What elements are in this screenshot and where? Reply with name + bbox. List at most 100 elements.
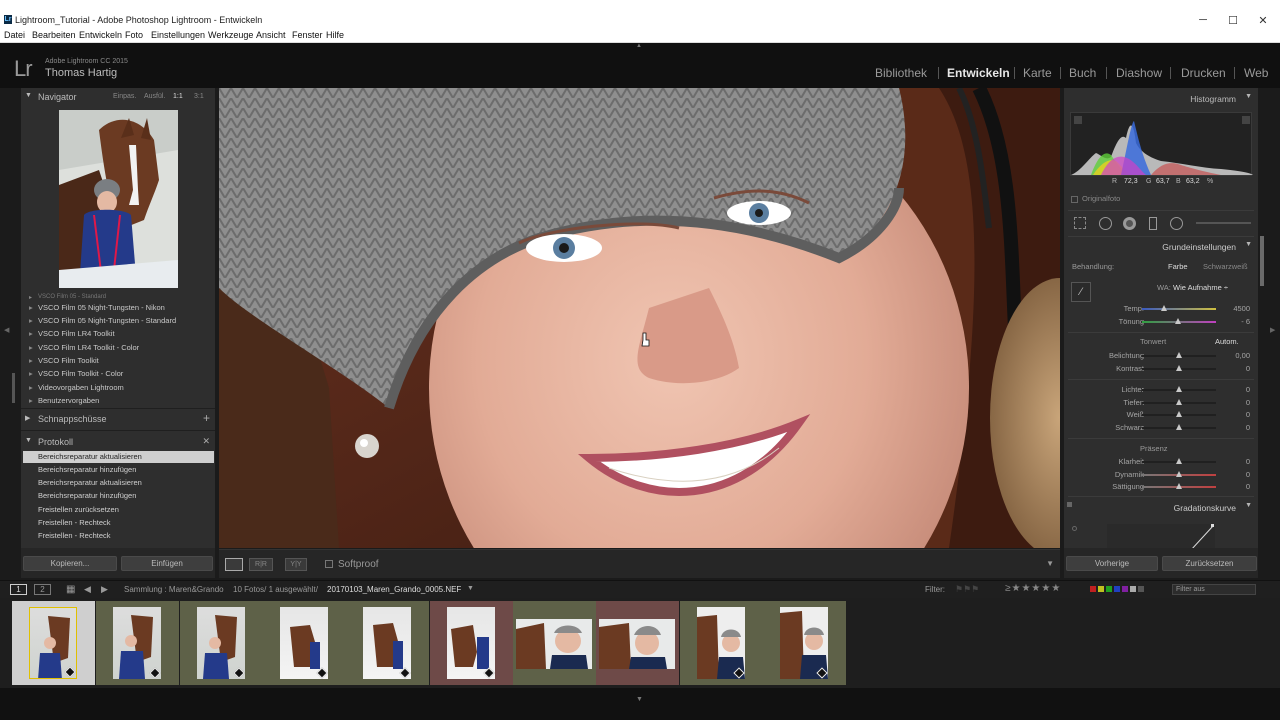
curve-panel-toggle-icon[interactable] bbox=[1067, 502, 1072, 507]
menu-werkzeuge[interactable]: Werkzeuge bbox=[208, 30, 253, 40]
treatment-bw[interactable]: Schwarzweiß bbox=[1203, 262, 1248, 271]
saturation-value[interactable]: 0 bbox=[1246, 482, 1250, 491]
zoom-3-1[interactable]: 3:1 bbox=[194, 93, 204, 100]
film-thumbnail[interactable] bbox=[697, 607, 745, 679]
auto-tone-button[interactable]: Autom. bbox=[1215, 337, 1239, 346]
history-item[interactable]: Bereichsreparatur aktualisieren bbox=[23, 451, 214, 463]
shadows-slider[interactable] bbox=[1142, 399, 1216, 405]
filter-preset-select[interactable]: Filter aus bbox=[1172, 584, 1256, 595]
tint-slider[interactable] bbox=[1142, 318, 1216, 324]
module-web[interactable]: Web bbox=[1244, 66, 1268, 80]
crop-tool-icon[interactable] bbox=[1074, 217, 1086, 229]
reset-button[interactable]: Zurücksetzen bbox=[1162, 556, 1257, 571]
tint-value[interactable]: - 6 bbox=[1241, 317, 1250, 326]
radial-filter-icon[interactable] bbox=[1170, 217, 1183, 230]
film-frame[interactable] bbox=[430, 601, 513, 685]
blacks-slider[interactable] bbox=[1142, 424, 1216, 430]
main-image-canvas[interactable] bbox=[219, 88, 1060, 548]
zoom-fit[interactable]: Einpas. bbox=[113, 93, 136, 100]
paste-button[interactable]: Einfügen bbox=[121, 556, 213, 571]
maximize-button[interactable]: ☐ bbox=[1223, 14, 1243, 27]
exposure-value[interactable]: 0,00 bbox=[1235, 351, 1250, 360]
right-panel-scrollbar[interactable] bbox=[1260, 236, 1264, 286]
minimize-button[interactable]: ─ bbox=[1193, 14, 1213, 26]
film-thumbnail[interactable] bbox=[197, 607, 245, 679]
zoom-fill[interactable]: Ausfül. bbox=[144, 93, 165, 100]
clarity-knob[interactable] bbox=[1176, 458, 1182, 464]
preset-item[interactable]: VSCO Film 05 Night-Tungsten - Nikon bbox=[29, 303, 165, 312]
film-frame[interactable] bbox=[263, 601, 346, 685]
preset-item[interactable]: VSCO Film 05 Night-Tungsten - Standard bbox=[29, 316, 176, 325]
film-frame[interactable] bbox=[96, 601, 179, 685]
softproof-checkbox[interactable] bbox=[325, 560, 333, 568]
film-thumbnail[interactable] bbox=[29, 607, 77, 679]
menu-einstellungen[interactable]: Einstellungen bbox=[151, 30, 205, 40]
disclosure-triangle-icon[interactable]: ▼ bbox=[1245, 241, 1252, 248]
blacks-value[interactable]: 0 bbox=[1246, 423, 1250, 432]
module-drucken[interactable]: Drucken bbox=[1181, 66, 1226, 80]
vibrance-slider[interactable] bbox=[1142, 471, 1216, 477]
source-label[interactable]: Sammlung : Maren&Grando bbox=[124, 585, 224, 594]
target-adjust-icon[interactable] bbox=[1072, 526, 1077, 531]
film-thumbnail[interactable] bbox=[599, 619, 675, 669]
copy-button[interactable]: Kopieren... bbox=[23, 556, 117, 571]
zoom-1-1[interactable]: 1:1 bbox=[173, 93, 183, 100]
filename[interactable]: 20170103_Maren_Grando_0005.NEF bbox=[327, 585, 461, 594]
film-frame[interactable] bbox=[763, 601, 846, 685]
treatment-color[interactable]: Farbe bbox=[1168, 262, 1188, 271]
exposure-knob[interactable] bbox=[1176, 352, 1182, 358]
saturation-slider[interactable] bbox=[1142, 483, 1216, 489]
whites-knob[interactable] bbox=[1176, 411, 1182, 417]
navigator-header[interactable]: ▼ Navigator Einpas. Ausfül. 1:1 3:1 bbox=[21, 88, 215, 106]
before-after-toggle-icon[interactable]: Y|Y bbox=[285, 558, 307, 571]
filename-dropdown-icon[interactable]: ▼ bbox=[467, 585, 474, 592]
previous-button[interactable]: Vorherige bbox=[1066, 556, 1158, 571]
preset-item[interactable]: VSCO Film Toolkit - Color bbox=[29, 369, 123, 378]
menu-ansicht[interactable]: Ansicht bbox=[256, 30, 286, 40]
preset-item[interactable]: VSCO Film Toolkit bbox=[29, 356, 99, 365]
snapshots-header[interactable]: ▶ Schnappschüsse + bbox=[21, 410, 215, 428]
menu-hilfe[interactable]: Hilfe bbox=[326, 30, 344, 40]
original-photo-checkbox[interactable] bbox=[1071, 196, 1078, 203]
film-frame[interactable] bbox=[680, 601, 763, 685]
history-item[interactable]: Freistellen zurücksetzen bbox=[23, 504, 214, 516]
highlights-knob[interactable] bbox=[1176, 386, 1182, 392]
highlights-slider[interactable] bbox=[1142, 386, 1216, 392]
window-2-button[interactable]: 2 bbox=[34, 584, 51, 595]
contrast-knob[interactable] bbox=[1176, 365, 1182, 371]
film-thumbnail[interactable] bbox=[447, 607, 495, 679]
module-bibliothek[interactable]: Bibliothek bbox=[875, 66, 927, 80]
module-diashow[interactable]: Diashow bbox=[1116, 66, 1162, 80]
eyedropper-icon[interactable]: ⁄ bbox=[1071, 282, 1091, 302]
disclosure-triangle-icon[interactable]: ▼ bbox=[1245, 502, 1252, 509]
film-frame[interactable] bbox=[346, 601, 429, 685]
collapse-top-arrow-icon[interactable]: ▲ bbox=[636, 43, 642, 49]
spot-removal-icon[interactable] bbox=[1099, 217, 1112, 230]
shadows-value[interactable]: 0 bbox=[1246, 398, 1250, 407]
disclosure-triangle-icon[interactable]: ▼ bbox=[1245, 93, 1252, 100]
film-thumbnail[interactable] bbox=[780, 607, 828, 679]
module-buch[interactable]: Buch bbox=[1069, 66, 1096, 80]
film-thumbnail[interactable] bbox=[516, 619, 592, 669]
film-frame[interactable] bbox=[596, 601, 679, 685]
film-thumbnail[interactable] bbox=[113, 607, 161, 679]
adjustment-brush-icon[interactable] bbox=[1196, 222, 1251, 224]
histogram-chart[interactable] bbox=[1070, 112, 1253, 176]
temp-slider[interactable] bbox=[1142, 305, 1216, 311]
whites-slider[interactable] bbox=[1142, 411, 1216, 417]
clarity-value[interactable]: 0 bbox=[1246, 457, 1250, 466]
collapse-left-arrow-icon[interactable]: ◀ bbox=[4, 326, 9, 334]
loupe-view-icon[interactable] bbox=[225, 558, 243, 571]
clear-history-icon[interactable]: ✕ bbox=[202, 436, 210, 447]
menu-fenster[interactable]: Fenster bbox=[292, 30, 323, 40]
collapse-right-arrow-icon[interactable]: ▶ bbox=[1270, 326, 1275, 334]
navigator-preview[interactable] bbox=[59, 110, 178, 288]
preset-item[interactable]: VSCO Film LR4 Toolkit - Color bbox=[29, 343, 139, 352]
history-item[interactable]: Freistellen - Rechteck bbox=[23, 517, 214, 529]
before-after-icon[interactable]: R|R bbox=[249, 558, 273, 571]
exposure-slider[interactable] bbox=[1142, 352, 1216, 358]
temp-knob[interactable] bbox=[1161, 305, 1168, 311]
grid-view-icon[interactable]: ▦ bbox=[66, 584, 75, 595]
film-frame[interactable] bbox=[513, 601, 596, 685]
menu-entwickeln[interactable]: Entwickeln bbox=[79, 30, 122, 40]
